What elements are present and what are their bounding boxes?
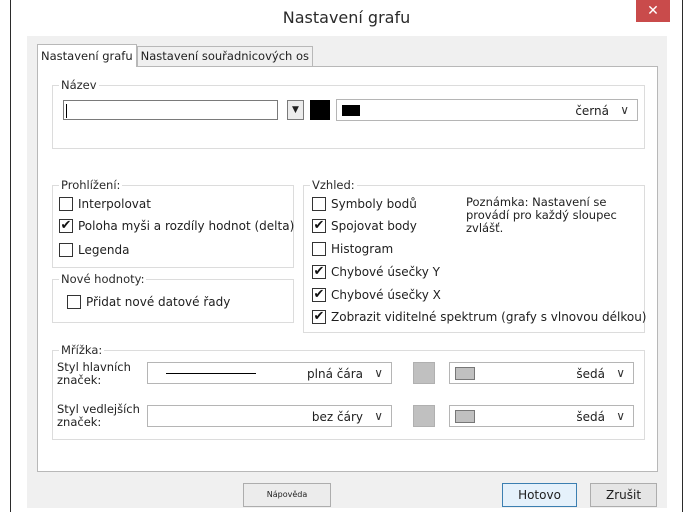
checkbox-error-bars-x-label: Chybové úsečky X <box>331 288 441 302</box>
checkbox-add-data-series-box[interactable] <box>67 295 81 309</box>
chevron-down-icon: ∨ <box>374 366 383 380</box>
checkbox-interpolate-box[interactable] <box>59 197 73 211</box>
chevron-down-icon: ∨ <box>616 409 625 423</box>
appearance-note-line-3: zvlášť. <box>466 221 504 235</box>
checkbox-error-bars-y-box[interactable]: ✔ <box>312 265 326 279</box>
font-color-preview <box>342 105 360 116</box>
checkbox-visible-spectrum-box[interactable]: ✔ <box>312 310 326 324</box>
name-group: Název ▼ černá ∨ <box>52 77 645 149</box>
help-button[interactable]: Nápověda <box>243 483 331 507</box>
checkbox-error-bars-x-box[interactable]: ✔ <box>312 288 326 302</box>
checkbox-error-bars-y-label: Chybové úsečky Y <box>331 265 440 279</box>
checkbox-histogram-label: Histogram <box>331 242 394 256</box>
major-ticks-label: Styl hlavních značek: <box>57 361 131 387</box>
checkbox-error-bars-y[interactable]: ✔ Chybové úsečky Y <box>312 264 440 280</box>
chevron-down-icon: ∨ <box>620 103 629 117</box>
check-icon: ✔ <box>313 309 325 324</box>
major-ticks-color-preview <box>455 367 475 380</box>
checkbox-point-symbols-box[interactable] <box>312 197 326 211</box>
checkbox-legend-box[interactable] <box>59 243 73 257</box>
major-ticks-color-select[interactable]: šedá ∨ <box>449 362 634 384</box>
minor-ticks-style-select[interactable]: bez čáry ∨ <box>147 405 392 427</box>
name-group-title: Název <box>59 77 99 93</box>
tab-graph-settings[interactable]: Nastavení grafu <box>37 44 137 67</box>
dialog-client-area: Nastavení grafu Nastavení souřadnicových… <box>27 36 667 508</box>
major-ticks-label-line-2: značek: <box>57 373 102 387</box>
checkbox-visible-spectrum[interactable]: ✔ Zobrazit viditelné spektrum (grafy s v… <box>312 309 647 325</box>
checkbox-connect-points-box[interactable]: ✔ <box>312 219 326 233</box>
checkbox-connect-points-label: Spojovat body <box>331 219 417 233</box>
solid-line-preview <box>166 373 256 374</box>
checkbox-mouse-position-delta-label: Poloha myši a rozdíly hodnot (delta) <box>78 219 295 233</box>
grid-group-title: Mřížka: <box>59 342 105 358</box>
new-values-group-title: Nové hodnoty: <box>59 271 147 287</box>
view-group-title: Prohlížení: <box>59 177 123 193</box>
checkbox-mouse-position-delta-box[interactable]: ✔ <box>59 219 73 233</box>
name-font-dropdown-button[interactable]: ▼ <box>287 100 304 120</box>
checkbox-legend[interactable]: Legenda <box>59 242 129 258</box>
close-button[interactable]: ✕ <box>636 0 670 22</box>
checkbox-point-symbols-label: Symboly bodů <box>331 197 417 211</box>
checkbox-add-data-series[interactable]: Přidat nové datové řady <box>67 294 230 310</box>
dialog-window: Nastavení grafu ✕ Nastavení grafu Nastav… <box>10 0 683 512</box>
checkbox-histogram[interactable]: Histogram <box>312 241 393 257</box>
dropdown-arrow-icon: ▼ <box>292 105 299 115</box>
checkbox-interpolate-label: Interpolovat <box>78 197 151 211</box>
checkbox-add-data-series-label: Přidat nové datové řady <box>86 295 231 309</box>
minor-ticks-label-line-2: značek: <box>57 415 102 429</box>
appearance-group-title: Vzhled: <box>310 177 357 193</box>
text-caret <box>66 104 67 118</box>
new-values-group: Nové hodnoty: Přidat nové datové řady <box>52 271 294 323</box>
minor-ticks-color-value: šedá <box>576 410 605 424</box>
check-icon: ✔ <box>313 264 325 279</box>
checkbox-connect-points[interactable]: ✔ Spojovat body <box>312 218 417 234</box>
checkbox-legend-label: Legenda <box>78 243 130 257</box>
grid-group: Mřížka: Styl hlavních značek: plná čára … <box>52 342 645 440</box>
minor-ticks-color-swatch[interactable] <box>413 405 435 427</box>
tab-strip: Nastavení grafu Nastavení souřadnicových… <box>37 44 313 67</box>
view-group: Prohlížení: Interpolovat ✔ Poloha myši a… <box>52 177 294 268</box>
font-color-swatch[interactable] <box>310 100 330 120</box>
major-ticks-style-value: plná čára <box>307 367 363 381</box>
checkbox-interpolate[interactable]: Interpolovat <box>59 196 151 212</box>
close-icon: ✕ <box>647 3 659 19</box>
minor-ticks-color-select[interactable]: šedá ∨ <box>449 405 634 427</box>
ok-button[interactable]: Hotovo <box>502 483 577 507</box>
title-bar[interactable]: Nastavení grafu ✕ <box>11 0 682 36</box>
appearance-note: Poznámka: Nastavení se provádí pro každý… <box>466 196 617 235</box>
tab-panel: Název ▼ černá ∨ Prohlížení: Interpolovat… <box>37 66 658 472</box>
checkbox-mouse-position-delta[interactable]: ✔ Poloha myši a rozdíly hodnot (delta) <box>59 218 294 234</box>
major-ticks-style-select[interactable]: plná čára ∨ <box>147 362 392 384</box>
check-icon: ✔ <box>313 287 325 302</box>
chevron-down-icon: ∨ <box>616 366 625 380</box>
font-color-value: černá <box>575 104 609 118</box>
cancel-button[interactable]: Zrušit <box>590 483 657 507</box>
window-title: Nastavení grafu <box>282 8 411 27</box>
major-ticks-color-swatch[interactable] <box>413 362 435 384</box>
minor-ticks-color-preview <box>455 410 475 423</box>
tab-axis-settings[interactable]: Nastavení souřadnicových os <box>136 46 313 66</box>
chevron-down-icon: ∨ <box>374 409 383 423</box>
check-icon: ✔ <box>313 218 325 233</box>
checkbox-visible-spectrum-label: Zobrazit viditelné spektrum (grafy s vln… <box>331 310 647 324</box>
minor-ticks-label: Styl vedlejších značek: <box>57 403 140 429</box>
minor-ticks-style-value: bez čáry <box>311 410 363 424</box>
appearance-group: Vzhled: Symboly bodů ✔ Spojovat body His… <box>303 177 647 333</box>
checkbox-error-bars-x[interactable]: ✔ Chybové úsečky X <box>312 287 441 303</box>
font-color-select[interactable]: černá ∨ <box>336 99 638 121</box>
check-icon: ✔ <box>60 218 72 233</box>
graph-name-input[interactable] <box>63 100 278 120</box>
checkbox-point-symbols[interactable]: Symboly bodů <box>312 196 417 212</box>
major-ticks-color-value: šedá <box>576 367 605 381</box>
checkbox-histogram-box[interactable] <box>312 242 326 256</box>
